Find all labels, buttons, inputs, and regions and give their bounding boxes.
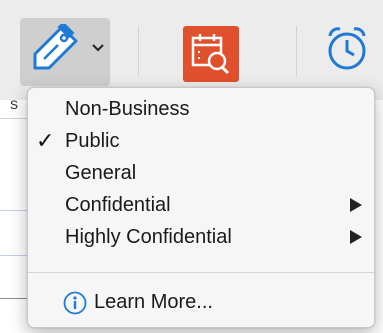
sensitivity-label-icon <box>33 24 78 70</box>
sensitivity-button[interactable] <box>20 18 110 86</box>
menu-item-confidential[interactable]: Confidential <box>28 189 374 221</box>
document-line <box>0 255 30 256</box>
ribbon-button-label: S <box>10 98 19 112</box>
info-icon <box>63 291 87 315</box>
menu-item-general[interactable]: General <box>28 157 374 189</box>
toolbar-divider <box>138 26 139 76</box>
menu-item-label: Public <box>65 130 120 152</box>
calendar-review-icon <box>191 34 230 75</box>
checkmark-icon: ✓ <box>36 128 55 153</box>
document-line <box>0 210 30 211</box>
menu-separator <box>28 272 374 273</box>
chevron-down-icon <box>92 44 104 52</box>
menu-item-public[interactable]: ✓ Public <box>28 125 374 157</box>
submenu-arrow-icon <box>350 198 362 212</box>
sensitivity-menu: Non-Business ✓ Public General Confidenti… <box>27 87 375 328</box>
menu-item-label: Highly Confidential <box>65 226 232 248</box>
ribbon-toolbar <box>0 0 383 100</box>
menu-item-label: General <box>65 162 137 184</box>
toolbar-divider <box>296 26 297 76</box>
menu-item-label: Learn More... <box>94 291 213 313</box>
submenu-arrow-icon <box>350 230 362 244</box>
review-button[interactable] <box>183 26 239 82</box>
menu-item-label: Confidential <box>65 194 171 216</box>
menu-item-label: Non-Business <box>65 98 190 120</box>
alarm-clock-icon[interactable] <box>325 24 369 74</box>
menu-item-learn-more[interactable]: Learn More... <box>28 286 374 318</box>
menu-item-highly-confidential[interactable]: Highly Confidential <box>28 221 374 253</box>
document-line <box>0 118 30 119</box>
menu-item-non-business[interactable]: Non-Business <box>28 93 374 125</box>
document-line <box>0 298 30 299</box>
